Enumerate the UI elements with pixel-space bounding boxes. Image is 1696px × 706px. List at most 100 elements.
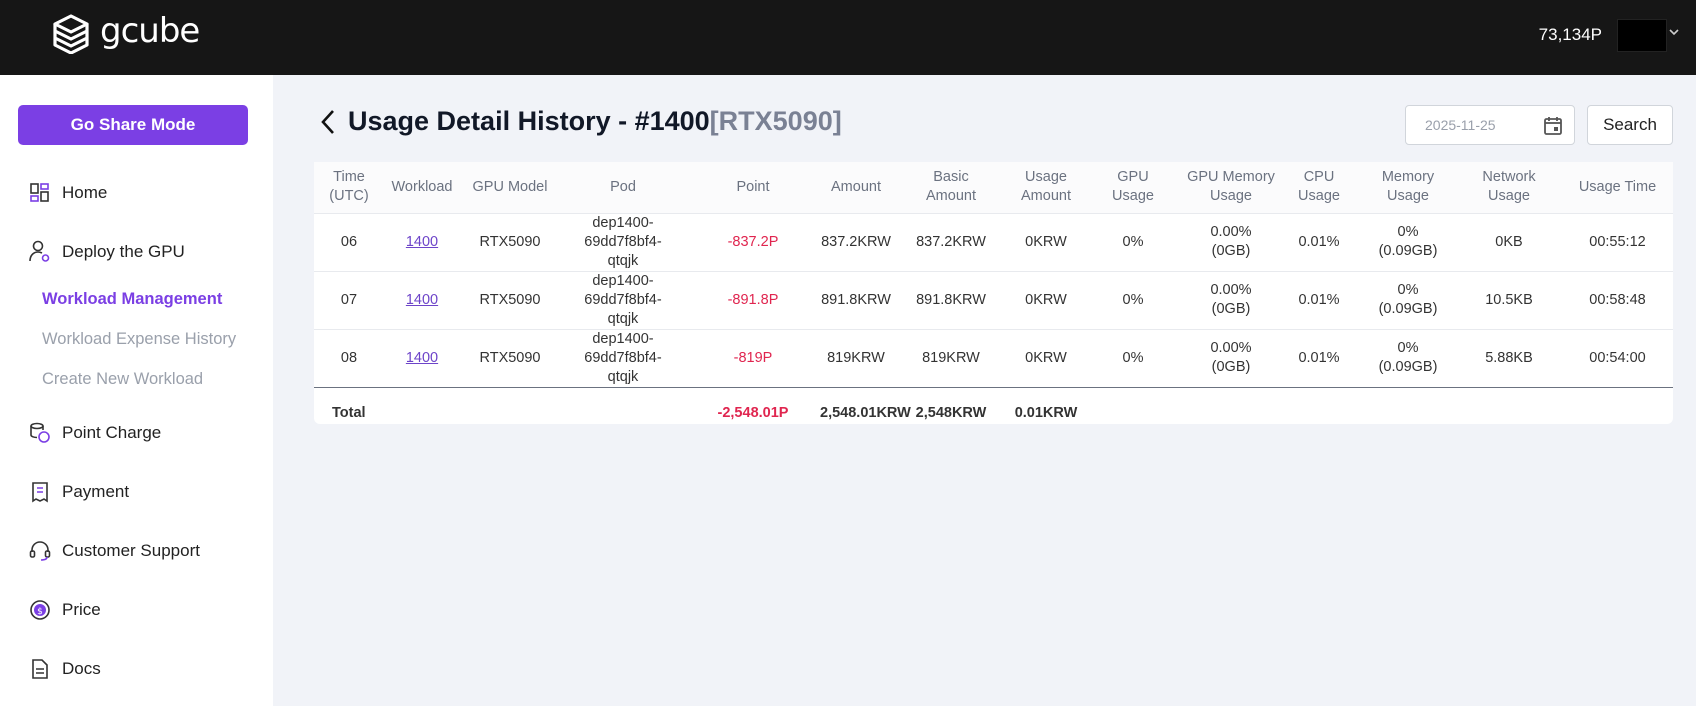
cell-mem-usage: 0% (0.09GB) bbox=[1360, 328, 1456, 387]
column-header-text: Point bbox=[736, 178, 770, 195]
cell-gpu-mem: 0.00% (0GB) bbox=[1184, 212, 1278, 271]
sidebar-item-price[interactable]: $ Price bbox=[28, 598, 101, 622]
cell-basic-amount: 891.8KRW bbox=[892, 270, 1010, 329]
table-total-row: Total -2,548.01P 2,548.01KRW 2,548KRW 0.01KR… bbox=[314, 386, 1673, 439]
column-header: Usage Amount bbox=[1010, 162, 1082, 213]
back-button[interactable] bbox=[318, 107, 344, 137]
cell-text: 08 bbox=[340, 349, 358, 366]
cell-workload[interactable]: 1400 bbox=[384, 270, 460, 329]
sidebar-item-customer-support[interactable]: Customer Support bbox=[28, 539, 200, 563]
top-bar: gcube 73,134P bbox=[0, 0, 1696, 75]
column-header: Amount bbox=[820, 162, 892, 213]
column-header-text: Usage bbox=[1025, 169, 1067, 186]
cell-workload[interactable]: 1400 bbox=[384, 212, 460, 271]
cell-amount: 819KRW bbox=[820, 328, 892, 387]
cell-text: 10.5KB bbox=[1485, 291, 1533, 308]
sidebar-subitem-workload-management[interactable]: Workload Management bbox=[42, 290, 222, 309]
cell-text: (0GB) bbox=[1211, 243, 1251, 259]
point-balance: 73,134P bbox=[1538, 25, 1602, 44]
cell-text: RTX5090 bbox=[479, 349, 541, 366]
cell-gpu-usage: 0% bbox=[1082, 212, 1184, 271]
sidebar-item-label: Customer Support bbox=[62, 541, 200, 560]
go-share-mode-button[interactable]: Go Share Mode bbox=[18, 105, 248, 145]
cell-mem-usage: 0% (0.09GB) bbox=[1360, 212, 1456, 271]
cell-text: 0% bbox=[1397, 282, 1419, 298]
total-point: -2,548.01P bbox=[686, 386, 820, 439]
cell-text: -891.8P bbox=[727, 291, 779, 308]
column-header: GPU Model bbox=[460, 162, 560, 213]
sidebar-item-label: Point Charge bbox=[62, 423, 162, 442]
cell-text: 0.00% bbox=[1210, 224, 1252, 240]
total-empty bbox=[1082, 386, 1673, 439]
cell-text: 0% bbox=[1397, 340, 1419, 356]
cell-point: -891.8P bbox=[686, 270, 820, 329]
sidebar-item-deploy-gpu[interactable]: Deploy the GPU bbox=[28, 240, 185, 264]
column-header-text: GPU Memory bbox=[1187, 169, 1275, 186]
cell-text: -837.2P bbox=[727, 233, 779, 250]
user-gear-icon bbox=[28, 240, 52, 264]
table-header-row: Time (UTC) Workload GPU Model Pod Point Amount… bbox=[314, 162, 1673, 213]
brand-logo[interactable]: gcube bbox=[52, 11, 200, 54]
cell-text: 0% bbox=[1122, 291, 1144, 308]
sidebar-item-label: Home bbox=[62, 183, 108, 202]
coin-stack-icon bbox=[28, 421, 52, 445]
column-header: Time (UTC) bbox=[314, 162, 384, 213]
chevron-left-icon bbox=[321, 109, 334, 134]
column-header-text: Usage Time bbox=[1578, 178, 1657, 195]
cell-text: 0.01% bbox=[1298, 233, 1340, 250]
gcube-logo-icon bbox=[53, 14, 89, 54]
sidebar-subitem-create-new-workload[interactable]: Create New Workload bbox=[42, 370, 203, 389]
sidebar-item-home[interactable]: Home bbox=[28, 181, 107, 205]
cell-text: -819P bbox=[733, 349, 773, 366]
chevron-down-icon[interactable] bbox=[1667, 25, 1681, 39]
cell-point: -819P bbox=[686, 328, 820, 387]
cell-usage-amount: 0KRW bbox=[1010, 212, 1082, 271]
cell-pod: dep1400-69dd7f8bf4- qtqjk bbox=[560, 212, 686, 271]
workload-link[interactable]: 1400 bbox=[406, 350, 438, 366]
cell-text: 0KRW bbox=[1025, 291, 1067, 308]
column-header-text: Network bbox=[1482, 169, 1536, 186]
calendar-icon[interactable] bbox=[1542, 115, 1564, 137]
home-icon bbox=[28, 181, 52, 205]
cell-text: (0.09GB) bbox=[1378, 359, 1438, 375]
cell-text: RTX5090 bbox=[479, 291, 541, 308]
workload-link[interactable]: 1400 bbox=[406, 234, 438, 250]
cell-workload[interactable]: 1400 bbox=[384, 328, 460, 387]
page-title: Usage Detail History - #1400 [RTX5090] bbox=[318, 106, 842, 137]
cell-time: 06 bbox=[314, 212, 384, 271]
cell-text: 819KRW bbox=[922, 349, 980, 366]
document-icon bbox=[28, 657, 52, 681]
sidebar: Go Share Mode Home Deploy the GPU Worklo… bbox=[0, 75, 273, 706]
cell-text: 5.88KB bbox=[1485, 349, 1533, 366]
cell-text: (0GB) bbox=[1211, 301, 1251, 317]
cell-text: qtqjk bbox=[607, 368, 639, 385]
column-header-text: GPU Model bbox=[472, 178, 548, 195]
user-avatar[interactable] bbox=[1617, 19, 1667, 52]
cell-text: 0KRW bbox=[1025, 233, 1067, 250]
total-amount: 2,548.01KRW bbox=[820, 386, 911, 439]
sidebar-item-point-charge[interactable]: Point Charge bbox=[28, 421, 161, 445]
date-field[interactable]: 2025-11-25 bbox=[1405, 105, 1575, 145]
cell-gpu-model: RTX5090 bbox=[460, 328, 560, 387]
column-header: Basic Amount bbox=[892, 162, 1010, 213]
column-header-text: Usage bbox=[1112, 188, 1154, 205]
cell-amount: 891.8KRW bbox=[820, 270, 892, 329]
column-header: CPU Usage bbox=[1278, 162, 1360, 213]
sidebar-item-payment[interactable]: Payment bbox=[28, 480, 129, 504]
cell-usage-amount: 0KRW bbox=[1010, 270, 1082, 329]
search-button[interactable]: Search bbox=[1587, 105, 1673, 145]
column-header-text: Usage bbox=[1488, 188, 1530, 205]
workload-link[interactable]: 1400 bbox=[406, 292, 438, 308]
column-header: Pod bbox=[560, 162, 686, 213]
cell-pod: dep1400-69dd7f8bf4- qtqjk bbox=[560, 270, 686, 329]
cell-text: 2,548.01KRW bbox=[820, 404, 911, 421]
cell-text: 891.8KRW bbox=[821, 291, 891, 308]
cell-text: 0.01% bbox=[1298, 291, 1340, 308]
sidebar-subitem-workload-expense-history[interactable]: Workload Expense History bbox=[42, 330, 236, 349]
sidebar-item-docs[interactable]: Docs bbox=[28, 657, 101, 681]
cell-basic-amount: 819KRW bbox=[892, 328, 1010, 387]
cell-text: 819KRW bbox=[827, 349, 885, 366]
headset-icon bbox=[28, 539, 52, 563]
cell-text: 0% bbox=[1122, 349, 1144, 366]
column-header-text: Workload bbox=[391, 178, 453, 195]
